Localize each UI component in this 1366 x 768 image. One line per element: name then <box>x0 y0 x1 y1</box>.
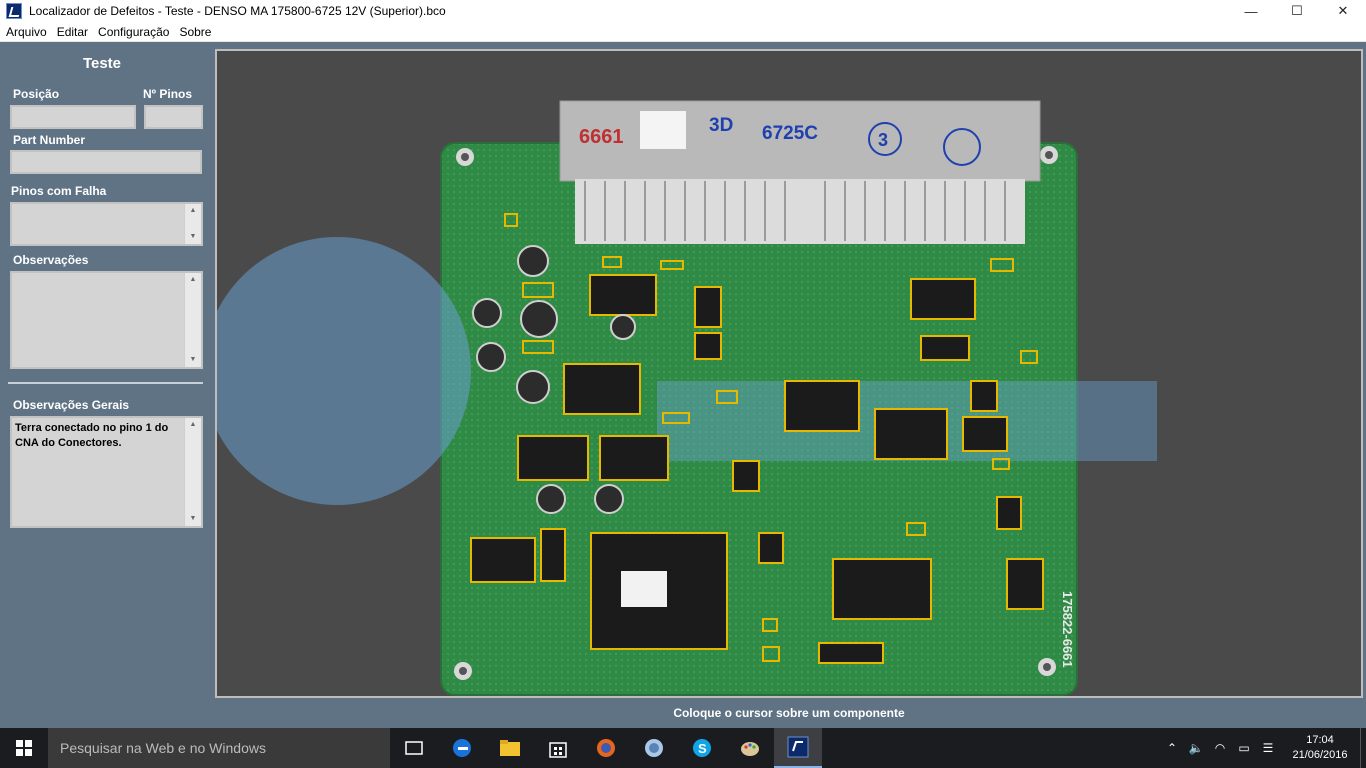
menu-configuracao[interactable]: Configuração <box>93 25 174 39</box>
observacoes-gerais-scrollbar[interactable]: ▲ ▼ <box>184 418 201 526</box>
taskbar-clock[interactable]: 17:04 21/06/2016 <box>1280 733 1360 763</box>
windows-logo-icon <box>16 740 32 756</box>
clock-time: 17:04 <box>1306 734 1334 746</box>
battery-icon: ▭ <box>1238 741 1250 755</box>
photos-icon <box>645 739 663 757</box>
window-title: Localizador de Defeitos - Teste - DENSO … <box>29 4 446 18</box>
board-image[interactable]: 6661 3D 6725C 3 175822-6661 <box>215 49 1363 698</box>
app-logo-icon <box>6 3 22 19</box>
scroll-up-icon[interactable]: ▲ <box>185 204 201 218</box>
taskbar: Pesquisar na Web e no Windows S ⌃ 🔈 ◠ ▭ … <box>0 728 1366 768</box>
svg-text:S: S <box>698 741 707 756</box>
pcb-illustration: 6661 3D 6725C 3 175822-6661 <box>217 51 1361 696</box>
menu-sobre[interactable]: Sobre <box>174 25 216 39</box>
minimize-button[interactable]: — <box>1228 0 1274 22</box>
task-view-icon <box>405 741 423 755</box>
minimize-icon: — <box>1244 3 1258 19</box>
search-placeholder: Pesquisar na Web e no Windows <box>60 740 266 756</box>
notifications-button[interactable]: ☰ <box>1256 728 1280 768</box>
show-desktop-button[interactable] <box>1360 728 1366 768</box>
volume-button[interactable]: 🔈 <box>1184 728 1208 768</box>
scroll-down-icon[interactable]: ▼ <box>185 353 201 367</box>
window-controls: — ☐ ✕ <box>1228 0 1366 22</box>
firefox-button[interactable] <box>582 728 630 768</box>
connector-mark-4: 3 <box>878 130 888 150</box>
folder-icon <box>500 740 520 756</box>
pinos-falha-field[interactable]: ▲ ▼ <box>10 202 203 246</box>
title-bar: Localizador de Defeitos - Teste - DENSO … <box>0 0 1366 22</box>
pinos-falha-label: Pinos com Falha <box>11 184 107 198</box>
pinos-label: Nº Pinos <box>143 87 193 101</box>
part-number-field[interactable] <box>10 150 202 174</box>
taskbar-search[interactable]: Pesquisar na Web e no Windows <box>48 728 390 768</box>
maximize-button[interactable]: ☐ <box>1274 0 1320 22</box>
close-button[interactable]: ✕ <box>1320 0 1366 22</box>
network-button[interactable]: ◠ <box>1208 728 1232 768</box>
observacoes-scrollbar[interactable]: ▲ ▼ <box>184 273 201 367</box>
scroll-up-icon[interactable]: ▲ <box>185 273 201 287</box>
close-icon: ✕ <box>1337 3 1349 18</box>
clock-date: 21/06/2016 <box>1292 749 1348 761</box>
test-panel: Teste Posição Nº Pinos Part Number Pinos… <box>0 43 215 703</box>
pinos-falha-scrollbar[interactable]: ▲ ▼ <box>184 204 201 244</box>
skype-icon: S <box>693 739 711 757</box>
store-icon <box>549 742 567 758</box>
menu-editar[interactable]: Editar <box>52 25 93 39</box>
maximize-icon: ☐ <box>1291 3 1303 18</box>
observacoes-label: Observações <box>13 253 89 267</box>
menu-arquivo[interactable]: Arquivo <box>1 25 52 39</box>
task-view-button[interactable] <box>390 728 438 768</box>
localizador-button[interactable] <box>774 728 822 768</box>
connector-mark-3: 6725C <box>762 123 818 144</box>
paint-button[interactable] <box>726 728 774 768</box>
status-text: Coloque o cursor sobre um componente <box>673 706 905 720</box>
start-button[interactable] <box>0 728 48 768</box>
pinos-field[interactable] <box>144 105 203 129</box>
firefox-icon <box>597 739 615 757</box>
battery-button[interactable]: ▭ <box>1232 728 1256 768</box>
paint-palette-icon <box>741 742 759 756</box>
part-number-label: Part Number <box>13 133 86 147</box>
observacoes-gerais-field[interactable]: Terra conectado no pino 1 do CNA do Cone… <box>10 416 203 528</box>
scroll-down-icon[interactable]: ▼ <box>185 512 201 526</box>
chevron-up-icon: ⌃ <box>1166 741 1178 755</box>
menu-bar: Arquivo Editar Configuração Sobre <box>0 22 1366 42</box>
photos-button[interactable] <box>630 728 678 768</box>
scroll-up-icon[interactable]: ▲ <box>185 418 201 432</box>
wifi-icon: ◠ <box>1214 741 1226 755</box>
system-tray: ⌃ 🔈 ◠ ▭ ☰ 17:04 21/06/2016 <box>1160 728 1366 768</box>
tray-expand-button[interactable]: ⌃ <box>1160 728 1184 768</box>
scroll-down-icon[interactable]: ▼ <box>185 230 201 244</box>
connector-mark-1: 6661 <box>579 126 624 148</box>
posicao-label: Posição <box>13 87 60 101</box>
observacoes-gerais-label: Observações Gerais <box>13 398 130 412</box>
panel-title: Teste <box>82 55 122 72</box>
board-part-number: 175822-6661 <box>1060 591 1075 668</box>
panel-divider <box>8 382 203 384</box>
app-logo-icon <box>787 736 809 758</box>
file-explorer-button[interactable] <box>486 728 534 768</box>
store-button[interactable] <box>534 728 582 768</box>
edge-icon <box>453 739 471 757</box>
volume-icon: 🔈 <box>1188 741 1204 755</box>
skype-button[interactable]: S <box>678 728 726 768</box>
edge-button[interactable] <box>438 728 486 768</box>
connector-mark-2: 3D <box>709 115 733 136</box>
observacoes-field[interactable]: ▲ ▼ <box>10 271 203 369</box>
notification-icon: ☰ <box>1262 741 1274 755</box>
observacoes-gerais-text: Terra conectado no pino 1 do CNA do Cone… <box>15 422 169 449</box>
posicao-field[interactable] <box>10 105 136 129</box>
